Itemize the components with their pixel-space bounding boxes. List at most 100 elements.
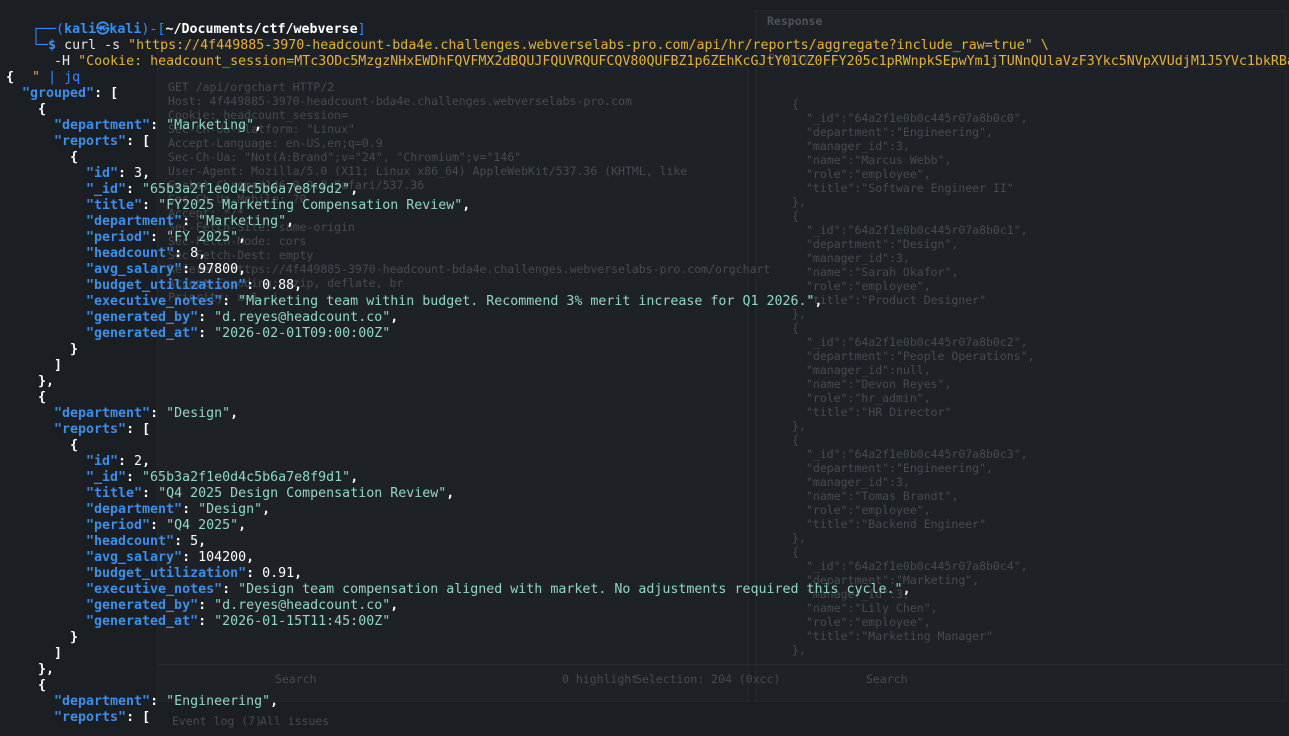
json-report-open: { [70, 150, 78, 166]
json-punctuation: : [126, 422, 143, 437]
json-punctuation: { [38, 102, 47, 117]
report-generated-at: "2026-01-15T11:45:00Z" [214, 614, 391, 629]
json-punctuation: } [70, 630, 79, 645]
json-reports: "reports": [ [54, 134, 150, 150]
json-field-avg-salary: "avg_salary": 97800, [86, 262, 246, 278]
json-key: "department" [86, 214, 183, 229]
json-key: "department" [54, 406, 151, 421]
json-punctuation: : [150, 230, 167, 245]
json-field-department: "department": "Design", [86, 502, 270, 518]
json-punctuation: : [142, 198, 159, 213]
json-punctuation: : [126, 134, 143, 149]
json-key: "budget_utilization" [86, 566, 247, 581]
json-punctuation: : [182, 262, 199, 277]
json-field-headcount: "headcount": 8, [86, 246, 206, 262]
json-group-open: { [38, 678, 46, 694]
report-generated-at: "2026-02-01T09:00:00Z" [214, 326, 391, 341]
json-field-generated-by: "generated_by": "d.reyes@headcount.co", [86, 598, 398, 614]
json-key: "department" [54, 118, 151, 133]
group-department: "Engineering" [166, 694, 271, 709]
json-punctuation: : [150, 518, 167, 533]
report-id: 3 [134, 166, 143, 181]
json-group-department: "department": "Engineering", [54, 694, 278, 710]
terminal-window[interactable]: ┌──(kali㉿kali)-[~/Documents/ctf/webverse… [0, 6, 1289, 736]
json-punctuation: : [182, 214, 199, 229]
json-report-close: } [70, 342, 78, 358]
json-key: "generated_at" [86, 614, 199, 629]
json-key: "avg_salary" [86, 262, 183, 277]
json-key: "generated_by" [86, 310, 199, 325]
json-group-open: { [38, 390, 46, 406]
json-field-budget-utilization: "budget_utilization": 0.88, [86, 278, 302, 294]
json-key: "headcount" [86, 246, 175, 261]
json-punctuation: : [118, 454, 135, 469]
report-department: "Marketing" [198, 214, 287, 229]
json-key: "avg_salary" [86, 550, 183, 565]
json-key: "executive_notes" [86, 582, 223, 597]
json-punctuation: } [70, 342, 79, 357]
json-punctuation: : [118, 166, 135, 181]
json-punctuation: : [150, 406, 167, 421]
json-punctuation: { [38, 390, 47, 405]
json-punctuation: [ [142, 134, 151, 149]
json-punctuation: ] [54, 358, 63, 373]
json-punctuation: : [182, 502, 199, 517]
json-key: "executive_notes" [86, 294, 223, 309]
json-punctuation: : [94, 86, 111, 101]
json-field-headcount: "headcount": 5, [86, 534, 206, 550]
json-punctuation: , [390, 598, 399, 613]
json-punctuation: : [150, 694, 167, 709]
report-title: "Q4 2025 Design Compensation Review" [158, 486, 447, 501]
command-line-3[interactable]: " | jq [0, 54, 80, 85]
command-line-2[interactable]: -H "Cookie: headcount_session=MTc3ODc5Mz… [22, 38, 1289, 69]
json-punctuation: , [246, 550, 255, 565]
json-reports-close: ] [54, 646, 62, 662]
json-punctuation: , [262, 502, 271, 517]
json-punctuation: [ [142, 422, 151, 437]
json-key: "department" [86, 502, 183, 517]
json-field-generated-at: "generated_at": "2026-01-15T11:45:00Z" [86, 614, 390, 630]
json-key: "headcount" [86, 534, 175, 549]
json-punctuation: , [198, 246, 207, 261]
report-period: "Q4 2025" [166, 518, 239, 533]
json-punctuation: : [182, 550, 199, 565]
group-department: "Marketing" [166, 118, 255, 133]
group-department: "Design" [166, 406, 231, 421]
json-punctuation: , [142, 454, 151, 469]
json-punctuation: ] [54, 646, 63, 661]
json-field-avg-salary: "avg_salary": 104200, [86, 550, 254, 566]
report-period: "FY 2025" [166, 230, 239, 245]
json-key: "title" [86, 198, 143, 213]
json-key: "period" [86, 230, 151, 245]
report-title: "FY2025 Marketing Compensation Review" [158, 198, 463, 213]
json-punctuation: , [286, 214, 295, 229]
json-key: "budget_utilization" [86, 278, 247, 293]
json-key: "id" [86, 166, 119, 181]
json-reports: "reports": [ [54, 710, 150, 726]
report-headcount: 8 [190, 246, 199, 261]
json-field-executive-notes: "executive_notes": "Design team compensa… [86, 582, 911, 598]
command-line-1[interactable]: └─$ curl -s "https://4f449885-3970-headc… [0, 22, 1049, 53]
json-punctuation: { [70, 150, 79, 165]
json-punctuation: , [902, 582, 911, 597]
json-field-generated-by: "generated_by": "d.reyes@headcount.co", [86, 310, 398, 326]
report-executive-notes: "Design team compensation aligned with m… [238, 582, 903, 597]
report--id: "65b3a2f1e0d4c5b6a7e8f9d1" [142, 470, 351, 485]
json-punctuation: , [814, 294, 823, 309]
report-headcount: 5 [190, 534, 199, 549]
json-open-root: { [6, 70, 14, 86]
json-field-title: "title": "Q4 2025 Design Compensation Re… [86, 486, 454, 502]
json-key: "reports" [54, 134, 127, 149]
report-generated-by: "d.reyes@headcount.co" [214, 310, 391, 325]
json-field-period: "period": "FY 2025", [86, 230, 246, 246]
json-reports: "reports": [ [54, 422, 150, 438]
json-group-open: { [38, 102, 46, 118]
json-group-close: }, [38, 662, 54, 678]
json-punctuation: , [350, 470, 359, 485]
report-budget-utilization: 0.91 [262, 566, 295, 581]
report-id: 2 [134, 454, 143, 469]
json-key: "department" [54, 694, 151, 709]
jq-pipe: | jq [48, 70, 81, 85]
json-punctuation: : [246, 278, 263, 293]
json-punctuation: , [294, 566, 303, 581]
